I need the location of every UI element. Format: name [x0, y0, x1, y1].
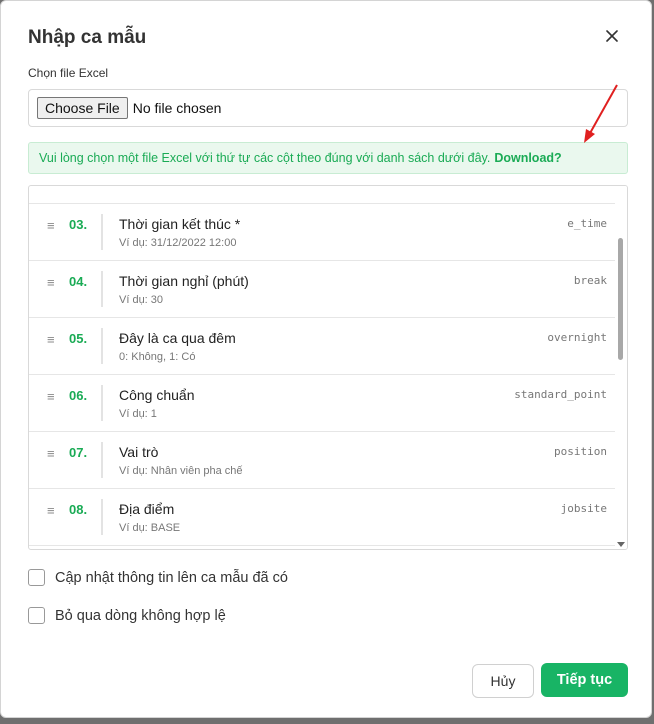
dialog-title: Nhập ca mẫu: [28, 27, 147, 48]
continue-button[interactable]: Tiếp tục: [541, 663, 628, 697]
skip-invalid-label: Bỏ qua dòng không hợp lệ: [55, 607, 226, 624]
file-input[interactable]: Choose File No file chosen: [28, 89, 628, 127]
column-number: 08.: [69, 502, 88, 517]
column-code: standard_point: [514, 388, 607, 401]
skip-invalid-option[interactable]: Bỏ qua dòng không hợp lệ: [28, 607, 226, 624]
column-title: Công chuẩn: [119, 387, 195, 403]
column-title: Vai trò: [119, 444, 159, 460]
column-title: Thời gian kết thúc *: [119, 216, 241, 232]
column-example: Ví dụ: Nhân viên pha chế: [119, 465, 243, 477]
file-status-text: No file chosen: [132, 100, 222, 116]
update-existing-label: Cập nhật thông tin lên ca mẫu đã có: [55, 569, 288, 586]
column-number: 07.: [69, 445, 88, 460]
column-example: Ví dụ: 1: [119, 408, 157, 420]
annotation-arrow-icon: [584, 84, 618, 143]
column-example: 0: Không, 1: Có: [119, 351, 196, 363]
choose-file-button[interactable]: Choose File: [37, 97, 128, 119]
drag-handle-icon[interactable]: ≡: [47, 503, 55, 518]
row-divider: [101, 385, 103, 421]
row-divider: [101, 442, 103, 478]
list-scrollbar[interactable]: [615, 186, 627, 549]
close-button[interactable]: [599, 23, 625, 49]
notice-text: Vui lòng chọn một file Excel với thứ tự …: [39, 151, 491, 165]
column-code: position: [554, 445, 607, 458]
column-code: break: [573, 274, 607, 287]
column-code: e_time: [567, 217, 607, 230]
column-number: 03.: [69, 217, 88, 232]
scroll-down-arrow-icon[interactable]: [617, 542, 625, 547]
close-icon: [606, 30, 618, 42]
row-divider: [101, 271, 103, 307]
column-example: Ví dụ: BASE: [119, 522, 181, 534]
column-title: Thời gian nghỉ (phút): [119, 273, 249, 289]
column-row[interactable]: ≡ 04. Thời gian nghỉ (phút) Ví dụ: 30 break: [29, 261, 627, 318]
instruction-notice: Vui lòng chọn một file Excel với thứ tự …: [28, 142, 628, 174]
file-field-label: Chọn file Excel: [28, 66, 109, 80]
update-existing-option[interactable]: Cập nhật thông tin lên ca mẫu đã có: [28, 569, 288, 586]
column-title: Địa điểm: [119, 501, 175, 517]
column-example: Ví dụ: 31/12/2022 12:00: [119, 237, 237, 249]
column-row[interactable]: ≡ 03. Thời gian kết thúc * Ví dụ: 31/12/202…: [29, 204, 627, 261]
column-number: 05.: [69, 331, 88, 346]
scrollbar-thumb[interactable]: [618, 238, 623, 360]
column-row[interactable]: ≡ 08. Địa điểm Ví dụ: BASE jobsite: [29, 489, 627, 546]
row-divider: [101, 214, 103, 250]
row-divider: [101, 499, 103, 535]
column-code: overnight: [547, 331, 607, 344]
drag-handle-icon[interactable]: ≡: [47, 218, 55, 233]
column-row[interactable]: ≡ 07. Vai trò Ví dụ: Nhân viên pha chế posit…: [29, 432, 627, 489]
list-item-partial: [29, 186, 627, 204]
column-number: 06.: [69, 388, 88, 403]
column-number: 04.: [69, 274, 88, 289]
update-existing-checkbox[interactable]: [28, 569, 45, 586]
column-row[interactable]: ≡ 06. Công chuẩn Ví dụ: 1 standard_point: [29, 375, 627, 432]
column-row[interactable]: ≡ 05. Đây là ca qua đêm 0: Không, 1: Có over…: [29, 318, 627, 375]
row-divider: [101, 328, 103, 364]
download-link[interactable]: Download?: [494, 151, 561, 165]
column-title: Đây là ca qua đêm: [119, 330, 236, 346]
cancel-button[interactable]: Hủy: [472, 664, 534, 698]
column-list[interactable]: ≡ 03. Thời gian kết thúc * Ví dụ: 31/12/202…: [28, 185, 628, 550]
drag-handle-icon[interactable]: ≡: [47, 275, 55, 290]
import-template-dialog: Nhập ca mẫu Chọn file Excel Choose File …: [0, 0, 652, 718]
drag-handle-icon[interactable]: ≡: [47, 446, 55, 461]
drag-handle-icon[interactable]: ≡: [47, 389, 55, 404]
drag-handle-icon[interactable]: ≡: [47, 332, 55, 347]
column-example: Ví dụ: 30: [119, 294, 164, 306]
column-code: jobsite: [560, 502, 607, 515]
skip-invalid-checkbox[interactable]: [28, 607, 45, 624]
